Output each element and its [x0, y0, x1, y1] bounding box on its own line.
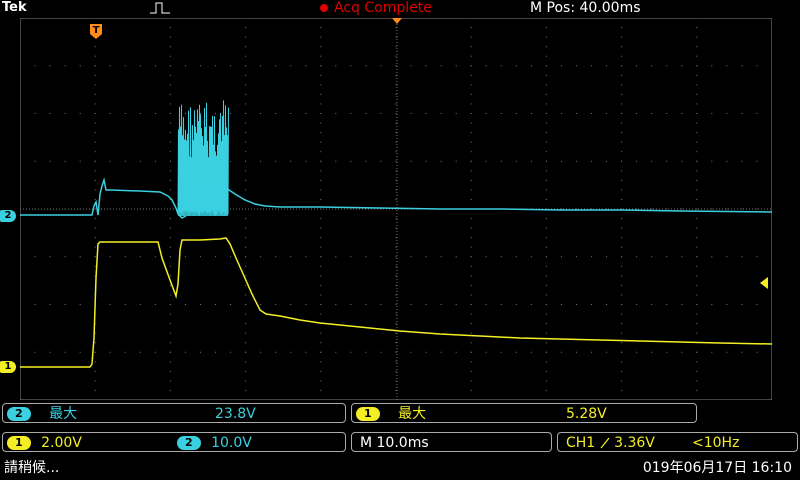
measurement-ch2-max[interactable]: 2 最大 23.8V	[2, 403, 346, 423]
pulse-icon	[150, 2, 170, 14]
measurement-value: 23.8V	[215, 406, 256, 422]
horizontal-position: M Pos: 40.00ms	[530, 0, 641, 16]
ch2-pill: 2	[7, 407, 31, 421]
rising-edge-icon	[600, 437, 610, 449]
bottom-status-bar: 請稍候... 019年06月17日 16:10	[0, 454, 800, 478]
ch2-scale: 10.0V	[211, 435, 252, 451]
timebase-value: M 10.0ms	[360, 435, 429, 451]
measurement-label: 最大	[49, 406, 78, 422]
measurement-value: 5.28V	[566, 406, 607, 422]
acq-status: Acq Complete	[320, 0, 432, 16]
ch1-pill: 1	[356, 407, 380, 421]
ch2-pill: 2	[177, 436, 201, 450]
ch1-ground-marker[interactable]: 1	[0, 361, 16, 373]
waveform-display[interactable]: T	[20, 18, 772, 400]
top-status-bar: Tek Acq Complete M Pos: 40.00ms	[0, 0, 800, 18]
ch1-pill: 1	[7, 436, 31, 450]
trigger-level-marker-icon[interactable]	[760, 277, 768, 289]
trigger-level: 3.36V	[614, 435, 655, 451]
acq-indicator-icon	[320, 4, 328, 12]
measurement-ch1-max[interactable]: 1 最大 5.28V	[351, 403, 697, 423]
trigger-readout[interactable]: CH1 3.36V <10Hz	[557, 432, 798, 452]
trigger-source: CH1	[566, 435, 596, 451]
timebase-readout[interactable]: M 10.0ms	[351, 432, 552, 452]
status-message: 請稍候...	[4, 460, 60, 476]
trigger-frequency: <10Hz	[692, 435, 740, 451]
trigger-marker-label: T	[93, 25, 100, 36]
measurement-label: 最大	[398, 406, 427, 422]
channel-scale-readout[interactable]: 1 2.00V 2 10.0V	[2, 432, 346, 452]
ch1-scale: 2.00V	[41, 435, 82, 451]
status-datetime: 019年06月17日 16:10	[642, 460, 792, 476]
ch2-ground-marker[interactable]: 2	[0, 210, 16, 222]
brand-label: Tek	[2, 0, 27, 15]
